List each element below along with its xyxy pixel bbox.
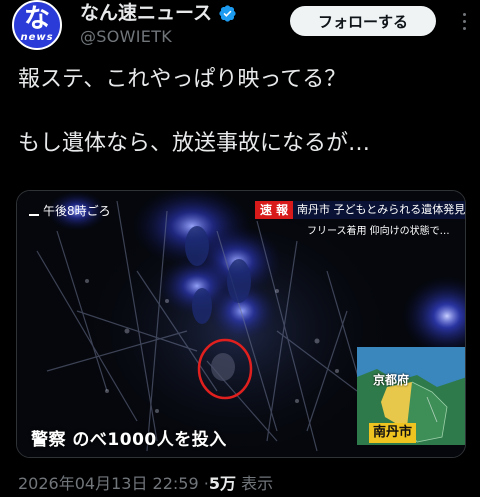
tweet-header: な news なん速ニュース @SOWIETK フォローする [0, 0, 480, 52]
avatar-subtext: news [20, 32, 54, 43]
user-handle[interactable]: @SOWIETK [80, 27, 172, 46]
tweet-media-image[interactable]: 午後8時ごろ 速 報 南丹市 子どもとみられる遺体発見 フリース着用 仰向けの状… [16, 190, 466, 458]
name-row: なん速ニュース [80, 2, 237, 24]
display-name[interactable]: なん速ニュース [80, 2, 212, 24]
avatar[interactable]: な news [12, 0, 62, 50]
bottom-caption: 警察 のべ1000人を投入 [31, 430, 227, 450]
tweet-timestamp[interactable]: 2026年04月13日 22:59 [18, 474, 199, 493]
time-caption: 午後8時ごろ [29, 202, 111, 219]
tweet-line: もし遺体なら、放送事故になるが… [18, 131, 371, 156]
tweet-text: 報ステ、これやっぱり映ってる？ もし遺体なら、放送事故になるが… [18, 64, 468, 160]
map-city-label: 南丹市 [369, 423, 417, 443]
verified-badge-icon [219, 4, 236, 22]
tweet-meta: 2026年04月13日 22:59 ·5万 表示 [18, 470, 273, 494]
breaking-news-badge: 速 報 [255, 201, 294, 219]
view-count: 5万 [208, 474, 236, 493]
view-label: 表示 [241, 474, 274, 493]
more-options-icon[interactable] [452, 6, 476, 36]
map-prefecture-label: 京都府 [373, 373, 410, 387]
news-subline: フリース着用 仰向けの状態で… [307, 226, 450, 237]
news-headline: 南丹市 子どもとみられる遺体発見 [293, 201, 465, 219]
avatar-initial: な [23, 4, 50, 34]
follow-button[interactable]: フォローする [290, 6, 436, 36]
tweet-line: 報ステ、これやっぱり映ってる？ [18, 67, 347, 92]
location-map: 京都府 南丹市 [357, 347, 465, 445]
